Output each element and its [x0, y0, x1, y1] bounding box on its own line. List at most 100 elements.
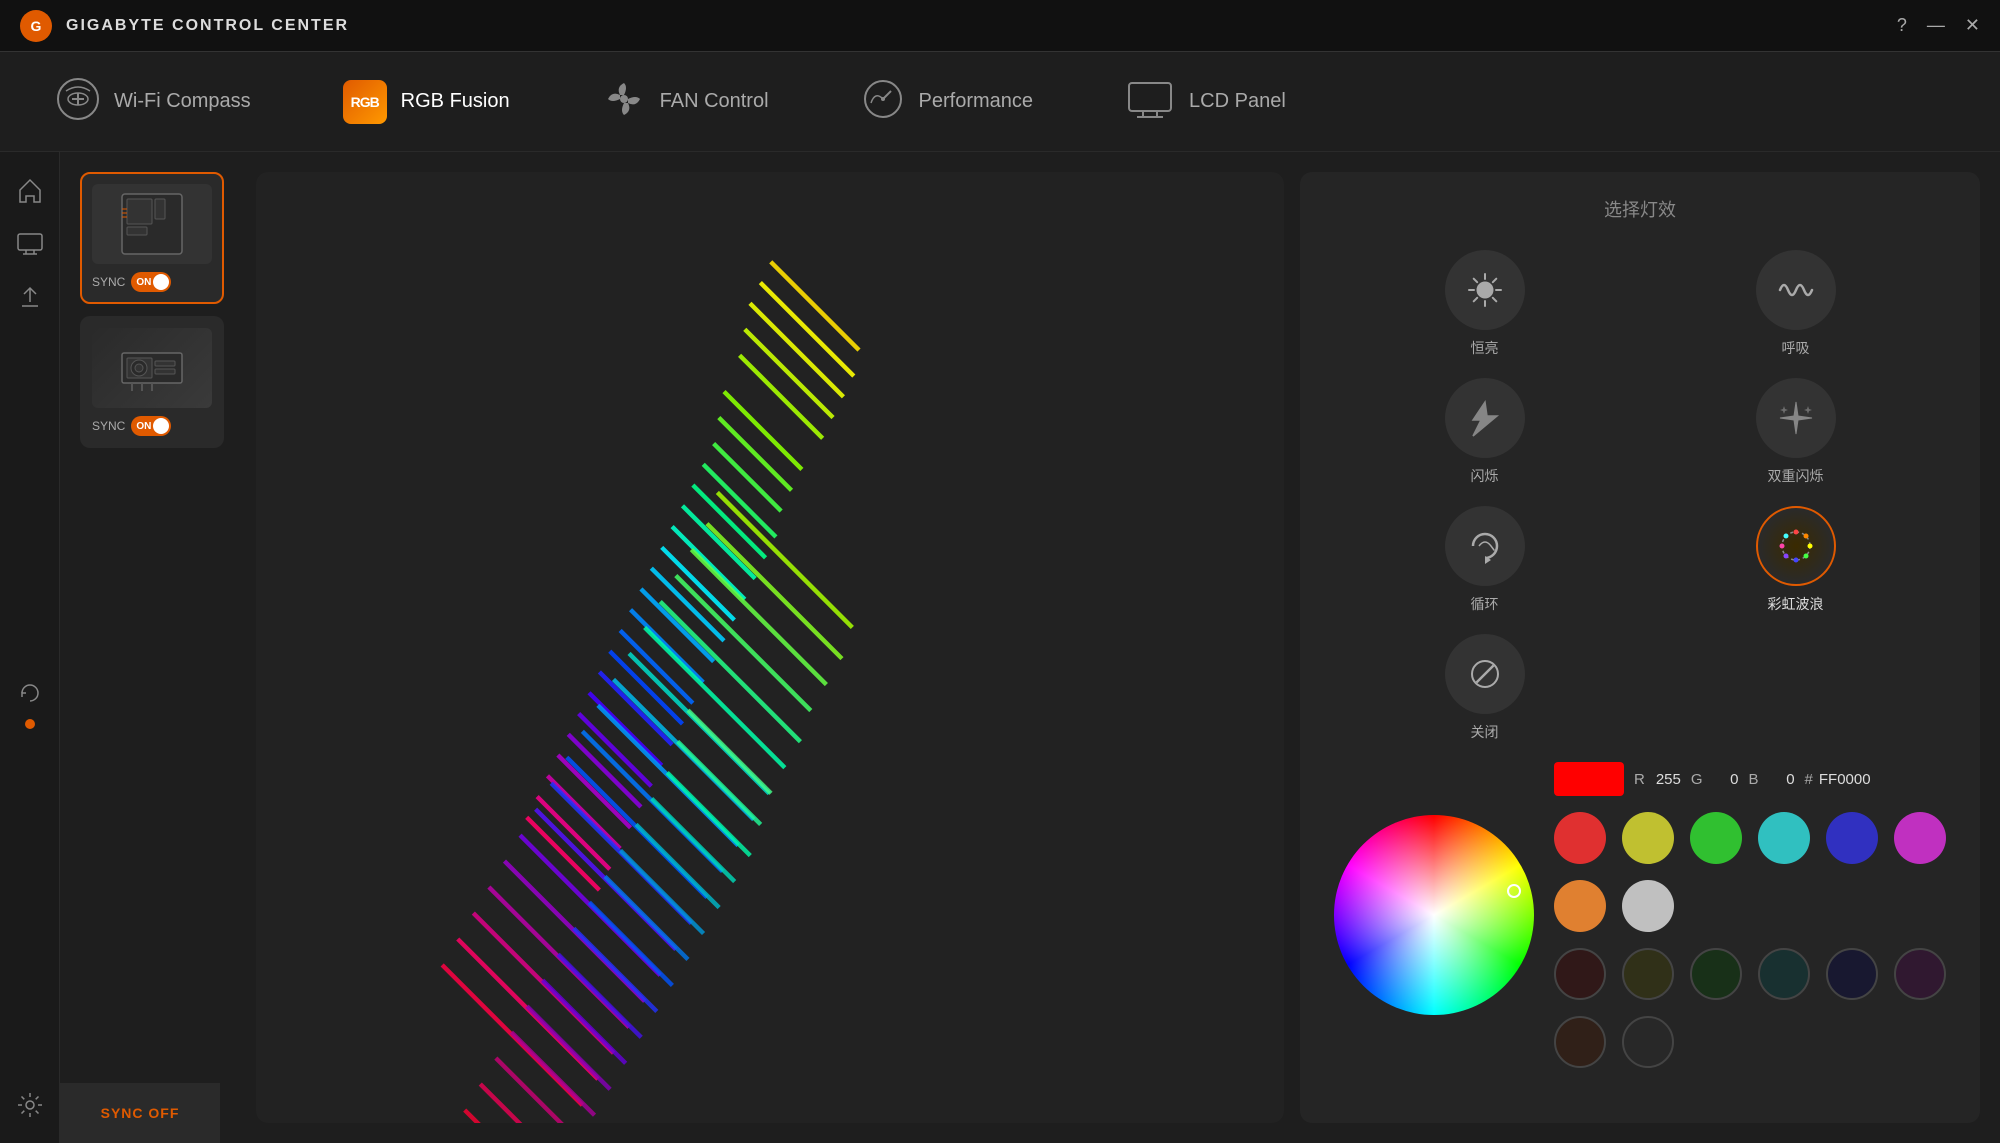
effect-rainbow-btn[interactable]	[1756, 506, 1836, 586]
sidebar	[0, 152, 60, 1143]
nav-lcd[interactable]: LCD Panel	[1109, 67, 1302, 137]
bright-swatch-7[interactable]	[1622, 880, 1674, 932]
effect-constant-label: 恒亮	[1471, 338, 1499, 358]
g-label: G	[1691, 771, 1703, 788]
effect-flash-btn[interactable]	[1445, 378, 1525, 458]
effect-flash-label: 闪烁	[1471, 466, 1499, 486]
nav-wifi[interactable]: Wi-Fi Compass	[40, 67, 267, 137]
dark-swatch-0[interactable]	[1554, 948, 1606, 1000]
b-value[interactable]: 0	[1765, 771, 1795, 788]
dark-swatch-1[interactable]	[1622, 948, 1674, 1000]
nav-fan-label: FAN Control	[660, 90, 769, 113]
effect-off[interactable]: 关闭	[1344, 634, 1625, 742]
effect-rainbow-label: 彩虹波浪	[1768, 594, 1824, 614]
sync-off-bar[interactable]: SYNC OFF	[60, 1083, 220, 1143]
rgb-inputs: R 255 G 0 B 0 # FF0000	[1554, 762, 1946, 1068]
dark-swatches	[1554, 948, 1946, 1068]
device-motherboard[interactable]: SYNC ON	[80, 172, 224, 304]
bright-swatch-6[interactable]	[1554, 880, 1606, 932]
sidebar-settings[interactable]	[8, 1083, 52, 1127]
r-value[interactable]: 255	[1651, 771, 1681, 788]
nav-performance-label: Performance	[919, 90, 1034, 113]
sidebar-home[interactable]	[8, 168, 52, 212]
dark-swatch-3[interactable]	[1758, 948, 1810, 1000]
fan-icon	[602, 77, 646, 127]
app-title: GIGABYTE CONTROL CENTER	[66, 17, 349, 35]
effect-constant[interactable]: 恒亮	[1344, 250, 1625, 358]
sidebar-monitor[interactable]	[8, 222, 52, 266]
gpu-sync-label: SYNC	[92, 419, 125, 433]
bright-swatch-3[interactable]	[1758, 812, 1810, 864]
nav-lcd-label: LCD Panel	[1189, 90, 1286, 113]
effect-rainbow[interactable]: 彩虹波浪	[1655, 506, 1936, 614]
effects-grid: 恒亮 呼吸	[1324, 250, 1956, 742]
bright-swatch-1[interactable]	[1622, 812, 1674, 864]
color-section: R 255 G 0 B 0 # FF0000	[1324, 762, 1956, 1068]
title-bar: G GIGABYTE CONTROL CENTER ? — ✕	[0, 0, 2000, 52]
effect-breathing-btn[interactable]	[1756, 250, 1836, 330]
motherboard-image	[92, 184, 212, 264]
effect-off-label: 关闭	[1471, 722, 1499, 742]
color-wheel-cursor	[1507, 884, 1521, 898]
effects-section-title: 选择灯效	[1324, 196, 1956, 222]
nav-performance[interactable]: Performance	[845, 67, 1050, 137]
gpu-image	[92, 328, 212, 408]
g-field: G 0	[1691, 771, 1739, 788]
effect-double-flash-btn[interactable]	[1756, 378, 1836, 458]
r-label: R	[1634, 771, 1645, 788]
preview-panel	[256, 172, 1284, 1123]
effect-off-btn[interactable]	[1445, 634, 1525, 714]
effect-cycle-btn[interactable]	[1445, 506, 1525, 586]
color-wheel-container[interactable]	[1334, 815, 1534, 1015]
motherboard-sync-row: SYNC ON	[92, 272, 212, 292]
dark-swatch-4[interactable]	[1826, 948, 1878, 1000]
bright-swatch-2[interactable]	[1690, 812, 1742, 864]
hex-value[interactable]: FF0000	[1819, 771, 1871, 788]
nav-bar: Wi-Fi Compass RGB RGB Fusion FAN Control	[0, 52, 2000, 152]
toggle-knob	[153, 274, 169, 290]
lcd-icon	[1125, 77, 1175, 127]
effect-double-flash[interactable]: 双重闪烁	[1655, 378, 1936, 486]
gpu-toggle-label: ON	[136, 421, 151, 432]
dark-swatch-2[interactable]	[1690, 948, 1742, 1000]
window-controls: ? — ✕	[1897, 15, 1980, 36]
dark-swatch-7[interactable]	[1622, 1016, 1674, 1068]
nav-rgb[interactable]: RGB RGB Fusion	[327, 70, 526, 134]
minimize-button[interactable]: —	[1927, 15, 1945, 36]
effect-cycle[interactable]: 循环	[1344, 506, 1625, 614]
nav-wifi-label: Wi-Fi Compass	[114, 90, 251, 113]
color-preview	[1554, 762, 1624, 796]
nav-rgb-label: RGB Fusion	[401, 90, 510, 113]
effect-constant-btn[interactable]	[1445, 250, 1525, 330]
g-value[interactable]: 0	[1709, 771, 1739, 788]
wifi-icon	[56, 77, 100, 127]
b-field: B 0	[1749, 771, 1795, 788]
bright-swatch-5[interactable]	[1894, 812, 1946, 864]
gpu-toggle[interactable]: ON	[131, 416, 171, 436]
color-wheel[interactable]	[1334, 815, 1534, 1015]
bright-swatch-4[interactable]	[1826, 812, 1878, 864]
sidebar-update[interactable]	[8, 276, 52, 320]
rgb-icon: RGB	[343, 80, 387, 124]
control-panel: 选择灯效	[1300, 172, 1980, 1123]
bright-swatch-0[interactable]	[1554, 812, 1606, 864]
device-gpu[interactable]: SYNC ON	[80, 316, 224, 448]
effect-breathing[interactable]: 呼吸	[1655, 250, 1936, 358]
effect-flash[interactable]: 闪烁	[1344, 378, 1625, 486]
notification-dot	[25, 719, 35, 729]
r-field: R 255	[1634, 771, 1681, 788]
motherboard-toggle[interactable]: ON	[131, 272, 171, 292]
effect-breathing-label: 呼吸	[1782, 338, 1810, 358]
close-button[interactable]: ✕	[1965, 15, 1980, 36]
motherboard-sync-label: SYNC	[92, 275, 125, 289]
dark-swatch-6[interactable]	[1554, 1016, 1606, 1068]
rgb-value-row: R 255 G 0 B 0 # FF0000	[1554, 762, 1946, 796]
motherboard-toggle-label: ON	[136, 277, 151, 288]
sync-off-button[interactable]: SYNC OFF	[101, 1105, 180, 1121]
help-button[interactable]: ?	[1897, 15, 1907, 36]
sidebar-refresh[interactable]	[8, 671, 52, 715]
nav-fan[interactable]: FAN Control	[586, 67, 785, 137]
app-logo: G	[20, 10, 52, 42]
dark-swatch-5[interactable]	[1894, 948, 1946, 1000]
content-area: SYNC ON	[60, 152, 2000, 1143]
